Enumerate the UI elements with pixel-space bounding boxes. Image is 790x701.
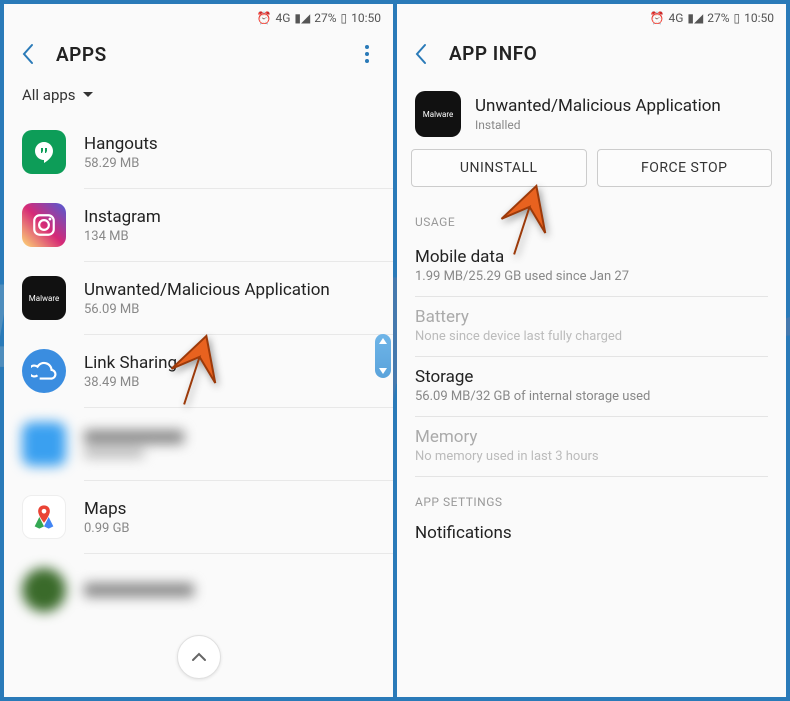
app-settings-section-header: APP SETTINGS [397,477,786,517]
app-item-maps[interactable]: Maps 0.99 GB [4,481,393,553]
right-phone: ⏰ 4G ▮◢ 27% ▯ 10:50 APP INFO Malware Unw… [397,4,786,697]
app-item-hangouts[interactable]: Hangouts 58.29 MB [4,116,393,188]
usage-sub: 1.99 MB/25.29 GB used since Jan 27 [415,269,768,284]
app-item-blurred[interactable] [4,408,393,480]
malware-icon: Malware [22,276,66,320]
header: APP INFO [397,32,786,81]
app-item-instagram[interactable]: Instagram 134 MB [4,189,393,261]
usage-mobile-data[interactable]: Mobile data 1.99 MB/25.29 GB used since … [397,237,786,296]
status-bar: ⏰ 4G ▮◢ 27% ▯ 10:50 [4,4,393,32]
usage-sub: No memory used in last 3 hours [415,449,768,464]
app-name: Unwanted/Malicious Application [84,280,375,300]
page-title: APPS [56,43,107,66]
app-info-header: Malware Unwanted/Malicious Application I… [397,81,786,149]
action-row: UNINSTALL FORCE STOP [397,149,786,197]
app-name: Maps [84,499,375,519]
clock: 10:50 [351,11,381,25]
left-phone: ⏰ 4G ▮◢ 27% ▯ 10:50 APPS All apps Hangou… [4,4,393,697]
notifications-item[interactable]: Notifications [397,517,786,543]
battery-pct: 27% [314,11,336,25]
maps-icon [22,495,66,539]
app-size: 56.09 MB [84,302,375,317]
app-name: Hangouts [84,134,375,154]
usage-title: Mobile data [415,247,768,267]
usage-title: Battery [415,307,768,327]
app-info-name: Unwanted/Malicious Application [475,96,721,116]
usage-section-header: USAGE [397,197,786,237]
app-name: Instagram [84,207,375,227]
alarm-icon: ⏰ [650,11,665,25]
app-item-malicious[interactable]: Malware Unwanted/Malicious Application 5… [4,262,393,334]
app-item-blurred-2[interactable] [4,554,393,626]
network-icon: 4G [668,11,683,25]
blurred-app-icon [22,568,66,612]
network-icon: 4G [275,11,290,25]
chevron-down-icon [82,91,94,99]
uninstall-button[interactable]: UNINSTALL [411,149,587,187]
malware-icon: Malware [415,91,461,137]
usage-title: Storage [415,367,768,387]
instagram-icon [22,203,66,247]
app-size-blurred [84,448,144,458]
app-size: 0.99 GB [84,521,375,536]
status-bar: ⏰ 4G ▮◢ 27% ▯ 10:50 [397,4,786,32]
usage-memory[interactable]: Memory No memory used in last 3 hours [397,417,786,476]
page-title: APP INFO [449,42,537,65]
alarm-icon: ⏰ [257,11,272,25]
signal-icon: ▮◢ [294,11,310,25]
filter-dropdown[interactable]: All apps [4,82,393,116]
usage-sub: None since device last fully charged [415,329,768,344]
app-size: 38.49 MB [84,375,375,390]
app-item-linksharing[interactable]: Link Sharing 38.49 MB [4,335,393,407]
usage-battery[interactable]: Battery None since device last fully cha… [397,297,786,356]
battery-icon: ▯ [734,11,741,25]
battery-pct: 27% [707,11,729,25]
app-name-blurred [84,583,194,597]
back-icon[interactable] [18,44,38,64]
signal-icon: ▮◢ [687,11,703,25]
more-icon[interactable] [355,42,379,66]
app-size: 58.29 MB [84,156,375,171]
force-stop-button[interactable]: FORCE STOP [597,149,773,187]
hangouts-icon [22,130,66,174]
app-list: Hangouts 58.29 MB Instagram 134 MB Malwa… [4,116,393,697]
link-sharing-icon [22,349,66,393]
app-size: 134 MB [84,229,375,244]
battery-icon: ▯ [341,11,348,25]
usage-storage[interactable]: Storage 56.09 MB/32 GB of internal stora… [397,357,786,416]
blurred-app-icon [22,422,66,466]
app-name: Link Sharing [84,353,375,373]
scroll-to-top-button[interactable] [177,635,221,679]
clock: 10:50 [744,11,774,25]
back-icon[interactable] [411,44,431,64]
header: APPS [4,32,393,82]
app-info-status: Installed [475,118,721,132]
usage-title: Memory [415,427,768,447]
app-name-blurred [84,430,184,444]
scroll-handle[interactable] [375,334,391,378]
usage-sub: 56.09 MB/32 GB of internal storage used [415,389,768,404]
filter-label: All apps [22,86,76,104]
